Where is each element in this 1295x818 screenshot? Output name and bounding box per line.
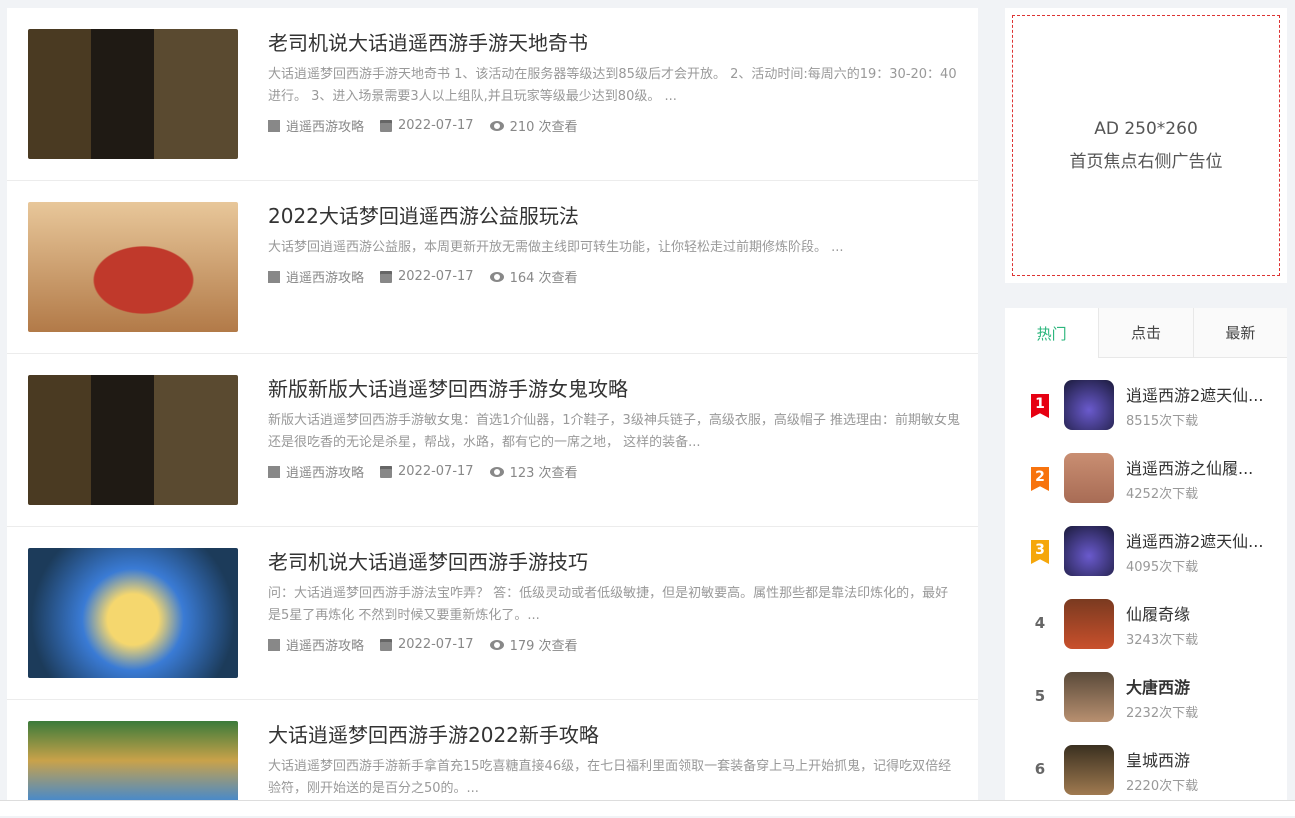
calendar-icon	[380, 270, 393, 283]
calendar-icon	[380, 119, 393, 132]
eye-icon	[489, 639, 504, 650]
game-icon[interactable]	[1064, 380, 1114, 430]
folder-icon	[268, 465, 280, 478]
article-item[interactable]: 新版新版大话逍遥梦回西游手游女鬼攻略 新版大话逍遥梦回西游手游敏女鬼：首选1介仙…	[7, 354, 978, 527]
game-name[interactable]: 逍遥西游之仙履...	[1126, 455, 1266, 479]
eye-icon	[489, 271, 504, 282]
game-name[interactable]: 逍遥西游2遮天仙...	[1126, 382, 1266, 406]
article-thumbnail[interactable]	[28, 375, 238, 505]
article-thumbnail[interactable]	[28, 721, 238, 800]
game-name[interactable]: 仙履奇缘	[1126, 601, 1266, 625]
article-date: 2022-07-17	[398, 118, 474, 133]
article-item[interactable]: 老司机说大话逍遥梦回西游手游技巧 问：大话逍遥梦回西游手游法宝咋弄？ 答：低级灵…	[7, 527, 978, 700]
game-name[interactable]: 逍遥西游2遮天仙...	[1126, 528, 1266, 552]
calendar-icon	[380, 465, 393, 478]
ad-banner[interactable]: AD 250*260 首页焦点右侧广告位	[1005, 8, 1287, 283]
rank-badge: 6	[1034, 760, 1046, 778]
article-category[interactable]: 逍遥西游攻略	[286, 116, 364, 135]
game-icon[interactable]	[1064, 453, 1114, 503]
game-icon[interactable]	[1064, 745, 1114, 795]
article-title[interactable]: 大话逍遥梦回西游手游2022新手攻略	[268, 720, 960, 750]
article-views: 210 次查看	[509, 120, 578, 135]
article-item[interactable]: 2022大话梦回逍遥西游公益服玩法 大话梦回逍遥西游公益服，本周更新开放无需做主…	[7, 181, 978, 354]
rank-badge: 3	[1031, 540, 1049, 564]
article-views: 123 次查看	[509, 466, 578, 481]
article-date: 2022-07-17	[398, 269, 474, 284]
game-icon[interactable]	[1064, 599, 1114, 649]
ranking-item[interactable]: 4 仙履奇缘 3243次下载	[1005, 599, 1287, 672]
eye-icon	[489, 466, 504, 477]
article-category[interactable]: 逍遥西游攻略	[286, 635, 364, 654]
download-count: 3243次下载	[1126, 633, 1199, 648]
article-thumbnail[interactable]	[28, 548, 238, 678]
rank-badge: 4	[1034, 614, 1046, 632]
ranking-item[interactable]: 1 逍遥西游2遮天仙... 8515次下载	[1005, 380, 1287, 453]
ad-position-label: 首页焦点右侧广告位	[1069, 151, 1223, 172]
article-title[interactable]: 2022大话梦回逍遥西游公益服玩法	[268, 201, 960, 231]
calendar-icon	[380, 638, 393, 651]
article-list: 老司机说大话逍遥西游手游天地奇书 大话逍遥梦回西游手游天地奇书 1、该活动在服务…	[7, 8, 978, 800]
article-desc: 大话逍遥梦回西游手游新手拿首充15吃喜糖直接46级，在七日福利里面领取一套装备穿…	[268, 759, 952, 796]
rank-badge: 1	[1031, 394, 1049, 418]
article-desc: 新版大话逍遥梦回西游手游敏女鬼：首选1介仙器，1介鞋子，3级神兵链子，高级衣服，…	[268, 413, 960, 450]
folder-icon	[268, 638, 280, 651]
article-desc: 大话梦回逍遥西游公益服，本周更新开放无需做主线即可转生功能，让你轻松走过前期修炼…	[268, 240, 844, 255]
article-category[interactable]: 逍遥西游攻略	[286, 267, 364, 286]
rank-badge: 5	[1034, 687, 1046, 705]
eye-icon	[489, 120, 504, 131]
article-category[interactable]: 逍遥西游攻略	[286, 462, 364, 481]
tab-clicks[interactable]: 点击	[1098, 308, 1193, 358]
ranking-item[interactable]: 3 逍遥西游2遮天仙... 4095次下载	[1005, 526, 1287, 599]
article-thumbnail[interactable]	[28, 29, 238, 159]
folder-icon	[268, 119, 280, 132]
game-name[interactable]: 大唐西游	[1126, 674, 1266, 698]
folder-icon	[268, 270, 280, 283]
download-count: 4095次下载	[1126, 560, 1199, 575]
download-count: 2220次下载	[1126, 779, 1199, 794]
download-count: 2232次下载	[1126, 706, 1199, 721]
article-desc: 大话逍遥梦回西游手游天地奇书 1、该活动在服务器等级达到85级后才会开放。 2、…	[268, 67, 957, 104]
article-title[interactable]: 老司机说大话逍遥梦回西游手游技巧	[268, 547, 960, 577]
rank-badge: 2	[1031, 467, 1049, 491]
article-views: 179 次查看	[509, 639, 578, 654]
ranking-item[interactable]: 2 逍遥西游之仙履... 4252次下载	[1005, 453, 1287, 526]
download-count: 8515次下载	[1126, 414, 1199, 429]
game-name[interactable]: 皇城西游	[1126, 747, 1266, 771]
tab-latest[interactable]: 最新	[1192, 308, 1287, 358]
game-icon[interactable]	[1064, 526, 1114, 576]
download-count: 4252次下载	[1126, 487, 1199, 502]
horizontal-scrollbar[interactable]	[0, 800, 1295, 816]
ranking-panel: 热门 点击 最新 1 逍遥西游2遮天仙... 8515次下载 2 逍遥西游之仙履.…	[1005, 308, 1287, 808]
game-icon[interactable]	[1064, 672, 1114, 722]
article-views: 164 次查看	[509, 271, 578, 286]
article-thumbnail[interactable]	[28, 202, 238, 332]
ad-size-label: AD 250*260	[1094, 118, 1198, 139]
article-title[interactable]: 新版新版大话逍遥梦回西游手游女鬼攻略	[268, 374, 960, 404]
ranking-item[interactable]: 5 大唐西游 2232次下载	[1005, 672, 1287, 745]
article-item[interactable]: 老司机说大话逍遥西游手游天地奇书 大话逍遥梦回西游手游天地奇书 1、该活动在服务…	[7, 8, 978, 181]
article-item[interactable]: 大话逍遥梦回西游手游2022新手攻略 大话逍遥梦回西游手游新手拿首充15吃喜糖直…	[7, 700, 978, 800]
article-date: 2022-07-17	[398, 464, 474, 479]
article-desc: 问：大话逍遥梦回西游手游法宝咋弄？ 答：低级灵动或者低级敏捷，但是初敏要高。属性…	[268, 586, 949, 623]
tab-hot[interactable]: 热门	[1005, 308, 1099, 358]
article-date: 2022-07-17	[398, 637, 474, 652]
article-title[interactable]: 老司机说大话逍遥西游手游天地奇书	[268, 28, 960, 58]
